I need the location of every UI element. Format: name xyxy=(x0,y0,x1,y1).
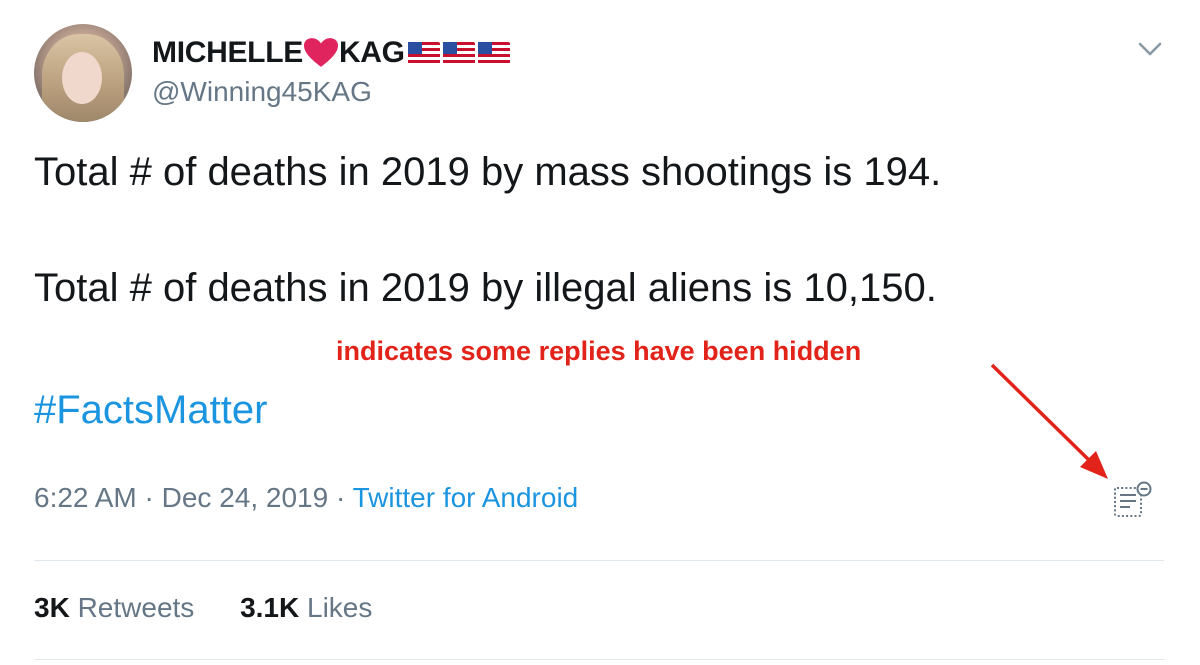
hashtag-link[interactable]: #FactsMatter xyxy=(34,388,267,433)
display-name-suffix: KAG xyxy=(338,36,405,69)
retweets-count: 3K xyxy=(34,592,70,623)
chevron-down-icon[interactable] xyxy=(1136,38,1164,60)
avatar[interactable] xyxy=(34,24,132,122)
display-name[interactable]: MICHELLE KAG xyxy=(152,36,510,70)
divider xyxy=(34,560,1164,561)
tweet-source-link[interactable]: Twitter for Android xyxy=(353,482,579,513)
us-flag-icon xyxy=(442,42,475,64)
tweet-stats: 3K Retweets 3.1K Likes xyxy=(34,592,410,624)
display-name-prefix: MICHELLE xyxy=(152,36,303,69)
tweet-time[interactable]: 6:22 AM xyxy=(34,482,137,513)
heart-emoji-icon xyxy=(303,38,338,67)
meta-separator: · xyxy=(335,482,346,513)
annotation-label: indicates some replies have been hidden xyxy=(336,336,862,366)
divider xyxy=(34,659,1164,660)
hidden-replies-icon[interactable] xyxy=(1112,480,1154,522)
avatar-face xyxy=(62,52,102,104)
us-flag-icon xyxy=(407,42,440,64)
tweet-date[interactable]: Dec 24, 2019 xyxy=(162,482,329,513)
likes-label: Likes xyxy=(307,592,373,623)
annotation-arrow-icon xyxy=(990,363,1108,479)
retweets-stat[interactable]: 3K Retweets xyxy=(34,592,194,624)
tweet-text-line-1: Total # of deaths in 2019 by mass shooti… xyxy=(34,150,942,194)
meta-separator: · xyxy=(144,482,154,513)
tweet-meta: 6:22 AM · Dec 24, 2019 · Twitter for And… xyxy=(34,482,578,514)
us-flag-icon xyxy=(477,42,510,64)
tweet-card: MICHELLE KAG @Winning45KAG Total # of de… xyxy=(0,0,1200,665)
user-handle[interactable]: @Winning45KAG xyxy=(152,76,372,108)
retweets-label: Retweets xyxy=(77,592,195,623)
likes-count: 3.1K xyxy=(240,592,300,623)
tweet-text-line-2: Total # of deaths in 2019 by illegal ali… xyxy=(34,266,937,310)
likes-stat[interactable]: 3.1K Likes xyxy=(240,592,372,624)
